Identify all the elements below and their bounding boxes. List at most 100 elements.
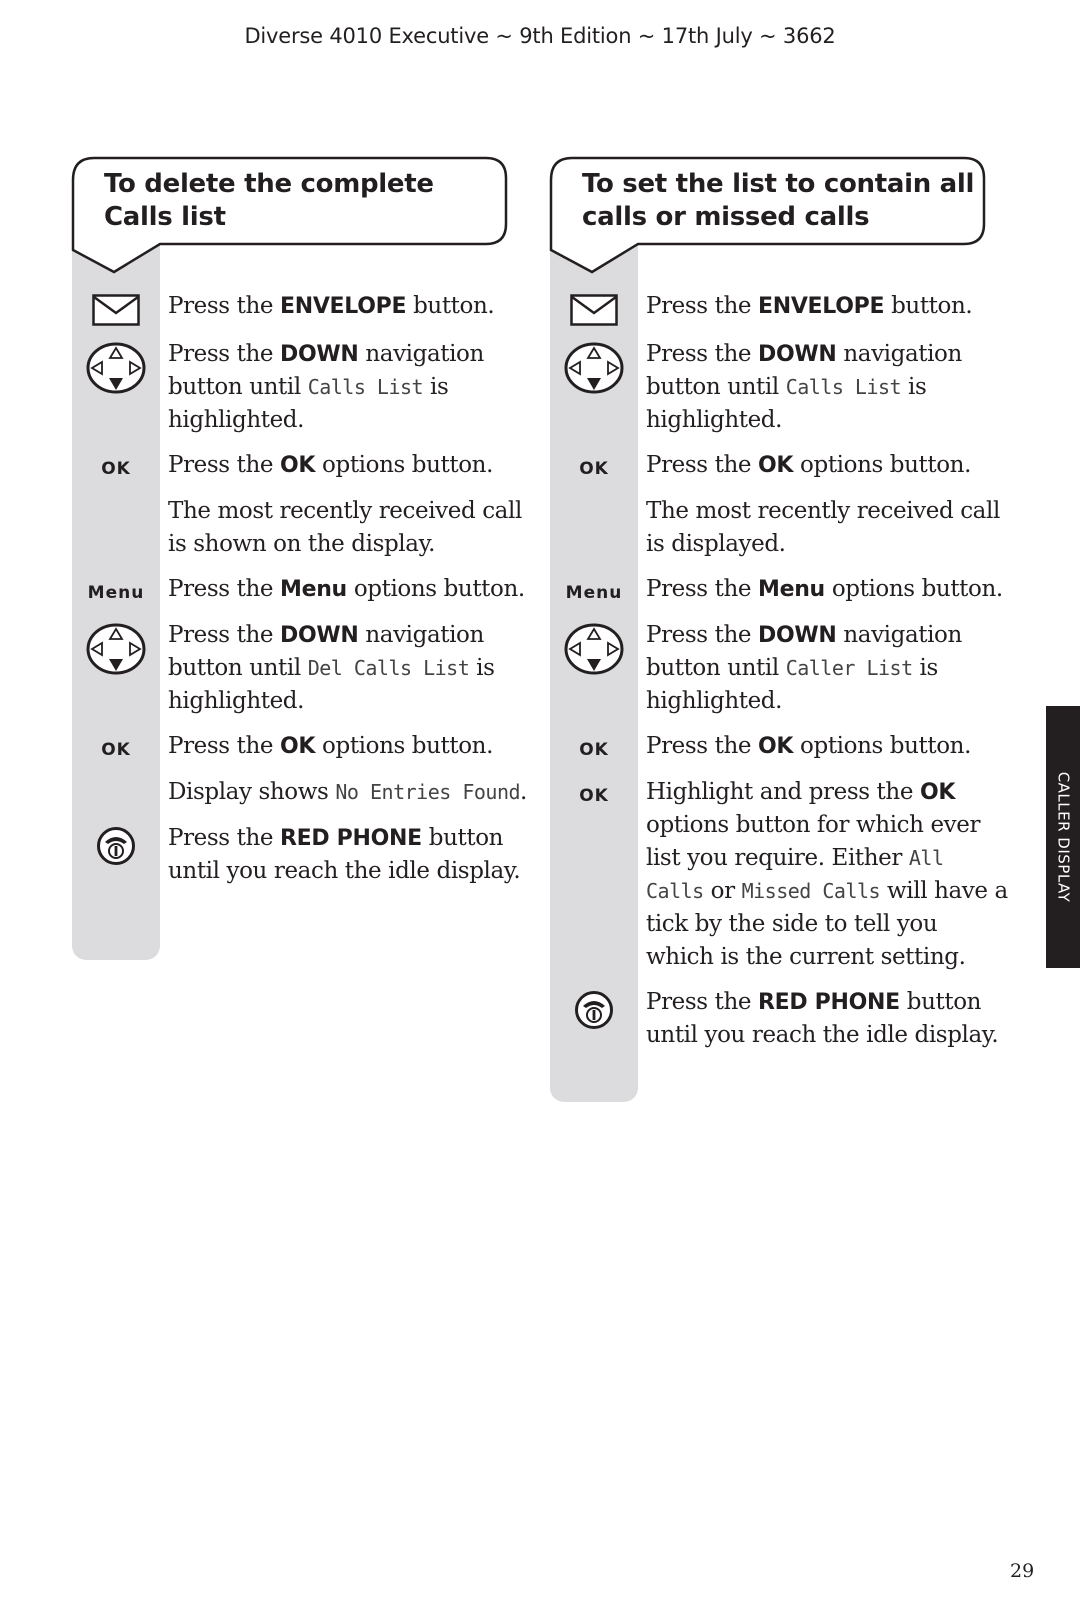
text-fragment: Press the — [646, 576, 758, 602]
button-name: Menu — [757, 577, 825, 602]
key-label: OK — [101, 459, 131, 479]
display-text: Missed Calls — [741, 879, 881, 903]
ok-key-icon: OK — [72, 449, 160, 483]
key-label: OK — [579, 740, 609, 760]
text-fragment: options button. — [315, 733, 493, 759]
instruction-step: OK Press the OK options button. — [550, 449, 1010, 483]
display-text: Del Calls List — [307, 656, 470, 680]
step-text: Press the DOWN navigation button until D… — [160, 619, 532, 718]
instruction-step: Press the DOWN navigation button until C… — [550, 338, 1010, 437]
section-title-line: To delete the complete — [104, 169, 434, 199]
step-text: Press the DOWN navigation button until C… — [638, 619, 1010, 718]
side-tab-label: CALLER DISPLAY — [1054, 771, 1072, 903]
step-text: Press the RED PHONE button until you rea… — [638, 986, 1010, 1052]
envelope-icon — [550, 290, 638, 326]
text-fragment: Press the — [168, 576, 280, 602]
ok-key-icon: OK — [550, 449, 638, 483]
text-fragment: Highlight and press the — [646, 779, 920, 805]
button-name: DOWN — [279, 342, 359, 367]
text-fragment: Press the — [168, 825, 280, 851]
step-text: Press the OK options button. — [160, 449, 532, 482]
button-name: OK — [757, 734, 794, 759]
step-text: Press the DOWN navigation button until C… — [638, 338, 1010, 437]
side-tab-caller-display: CALLER DISPLAY — [1046, 706, 1080, 968]
navigation-down-icon — [550, 619, 638, 675]
key-label: OK — [579, 459, 609, 479]
ok-key-icon: OK — [550, 776, 638, 810]
button-name: DOWN — [757, 623, 837, 648]
text-fragment: options button. — [824, 576, 1003, 602]
menu-key-icon: Menu — [550, 573, 638, 607]
text-fragment: Press the — [646, 622, 758, 648]
step-text: Press the OK options button. — [160, 730, 532, 763]
instruction-step: Press the DOWN navigation button until D… — [72, 619, 532, 718]
step-text: The most recently received call is displ… — [638, 495, 1010, 561]
bold-keyword: OK — [920, 780, 955, 805]
button-name: OK — [279, 453, 316, 478]
instruction-step: OK Press the OK options button. — [550, 730, 1010, 764]
bold-keyword: OK — [280, 734, 315, 759]
instruction-step: Press the DOWN navigation button until C… — [550, 619, 1010, 718]
instruction-step: Press the DOWN navigation button until C… — [72, 338, 532, 437]
menu-key-icon: Menu — [72, 573, 160, 607]
button-name: DOWN — [279, 623, 359, 648]
text-fragment: Press the — [646, 733, 758, 759]
icon-spacer — [550, 495, 638, 529]
key-label: Menu — [565, 583, 623, 603]
button-name: RED PHONE — [279, 826, 422, 851]
instruction-step: OK Press the OK options button. — [72, 730, 532, 764]
text-fragment: Press the — [168, 341, 280, 367]
text-fragment: Press the — [168, 293, 280, 319]
text-fragment: Press the — [646, 452, 758, 478]
text-fragment: Press the — [168, 622, 280, 648]
step-text: Display shows No Entries Found. — [160, 776, 532, 809]
instruction-step: Press the RED PHONE button until you rea… — [72, 822, 532, 888]
instruction-step: Display shows No Entries Found. — [72, 776, 532, 810]
text-fragment: Press the — [168, 452, 280, 478]
step-text: The most recently received call is shown… — [160, 495, 532, 561]
key-label: Menu — [87, 583, 145, 603]
step-text: Press the ENVELOPE button. — [160, 290, 532, 323]
section-title-line: To set the list to contain all — [582, 169, 975, 199]
bold-keyword: DOWN — [757, 623, 837, 648]
text-fragment: options button. — [315, 452, 493, 478]
button-name: OK — [757, 453, 794, 478]
display-text: Caller List — [785, 656, 913, 680]
instruction-step: The most recently received call is displ… — [550, 495, 1010, 561]
display-text: Calls List — [307, 375, 424, 399]
ok-key-icon: OK — [550, 730, 638, 764]
red-phone-icon — [72, 822, 160, 866]
instruction-step: Press the ENVELOPE button. — [550, 290, 1010, 326]
ok-key-icon: OK — [72, 730, 160, 764]
text-fragment: The most recently received call is displ… — [646, 498, 1000, 557]
step-text: Press the Menu options button. — [638, 573, 1010, 606]
text-fragment: The most recently received call is shown… — [168, 498, 522, 557]
bold-keyword: ENVELOPE — [280, 294, 406, 319]
running-header: Diverse 4010 Executive ~ 9th Edition ~ 1… — [244, 24, 836, 48]
step-text: Press the ENVELOPE button. — [638, 290, 1010, 323]
bold-keyword: Menu — [758, 577, 825, 602]
steps-list: Press the ENVELOPE button. Press the DOWN… — [72, 290, 532, 900]
envelope-icon — [72, 290, 160, 326]
step-text: Press the DOWN navigation button until C… — [160, 338, 532, 437]
text-fragment: button. — [406, 293, 495, 319]
text-fragment: options button. — [346, 576, 525, 602]
text-fragment: options button. — [793, 452, 971, 478]
text-fragment: or — [703, 878, 742, 904]
instruction-step: The most recently received call is shown… — [72, 495, 532, 561]
text-fragment: Press the — [168, 733, 280, 759]
bold-keyword: Menu — [280, 577, 347, 602]
button-name: ENVELOPE — [757, 294, 885, 319]
section-callout: To set the list to contain all calls or … — [549, 156, 998, 278]
section-title: To set the list to contain all calls or … — [582, 168, 982, 234]
text-fragment: . — [520, 779, 527, 805]
text-fragment: Press the — [646, 341, 758, 367]
display-text: No Entries Found — [335, 780, 521, 804]
step-text: Highlight and press the OK options butto… — [638, 776, 1010, 974]
page-number: 29 — [1010, 1560, 1035, 1582]
key-label: OK — [101, 740, 131, 760]
bold-keyword: ENVELOPE — [758, 294, 884, 319]
instruction-step: Press the RED PHONE button until you rea… — [550, 986, 1010, 1052]
bold-keyword: OK — [758, 734, 793, 759]
step-text: Press the OK options button. — [638, 730, 1010, 763]
